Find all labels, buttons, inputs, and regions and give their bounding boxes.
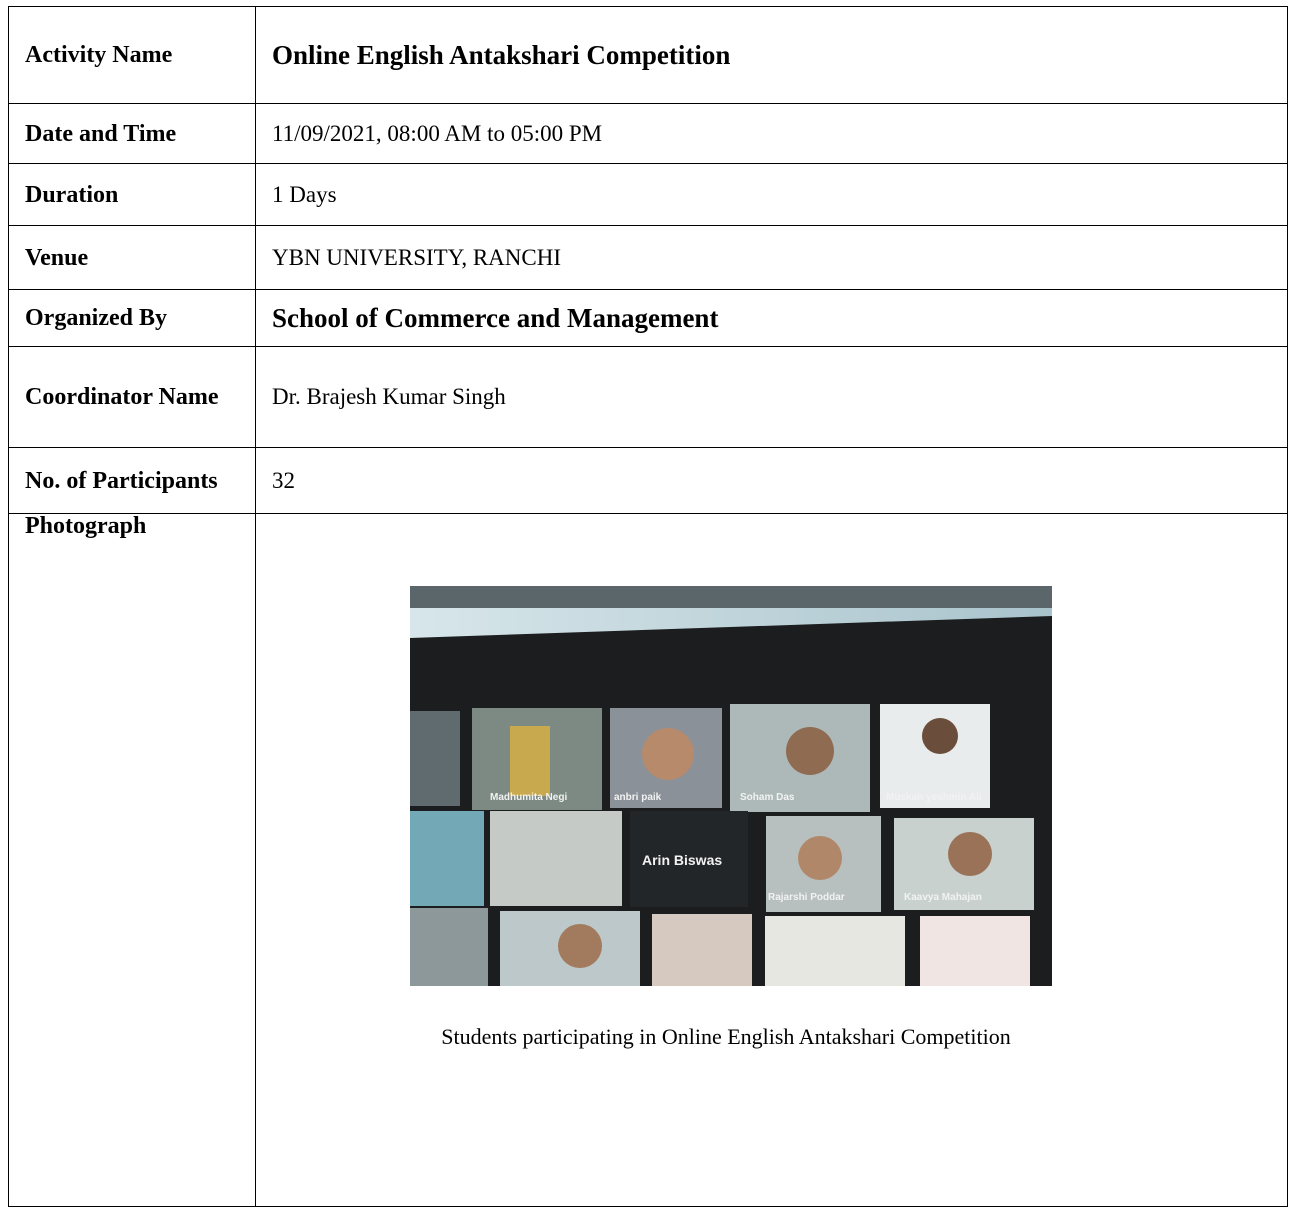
row-venue: Venue YBN UNIVERSITY, RANCHI xyxy=(8,225,1288,290)
label-duration: Duration xyxy=(8,163,256,226)
photograph-cell: Madhumita Negi anbri paik Soham Das Musk… xyxy=(255,513,1288,1207)
value-coordinator: Dr. Brajesh Kumar Singh xyxy=(255,346,1288,448)
participant-name-5: Arin Biswas xyxy=(642,852,723,868)
photograph-image: Madhumita Negi anbri paik Soham Das Musk… xyxy=(410,586,1052,986)
label-date-time: Date and Time xyxy=(8,103,256,164)
value-duration: 1 Days xyxy=(255,163,1288,226)
value-activity-name: Online English Antakshari Competition xyxy=(255,6,1288,104)
label-participants: No. of Participants xyxy=(8,447,256,514)
value-date-time: 11/09/2021, 08:00 AM to 05:00 PM xyxy=(255,103,1288,164)
label-activity-name: Activity Name xyxy=(8,6,256,104)
row-organized-by: Organized By School of Commerce and Mana… xyxy=(8,289,1288,347)
participant-name-7: Kaavya Mahajan xyxy=(904,892,982,903)
participant-name-6: Rajarshi Poddar xyxy=(768,892,845,903)
row-coordinator: Coordinator Name Dr. Brajesh Kumar Singh xyxy=(8,346,1288,448)
value-organized-by: School of Commerce and Management xyxy=(255,289,1288,347)
row-duration: Duration 1 Days xyxy=(8,163,1288,226)
row-activity-name: Activity Name Online English Antakshari … xyxy=(8,6,1288,104)
value-venue: YBN UNIVERSITY, RANCHI xyxy=(255,225,1288,290)
label-venue: Venue xyxy=(8,225,256,290)
label-photograph: Photograph xyxy=(8,513,256,1207)
label-organized-by: Organized By xyxy=(8,289,256,347)
row-participants: No. of Participants 32 xyxy=(8,447,1288,514)
activity-report-table: Activity Name Online English Antakshari … xyxy=(8,6,1288,1207)
value-participants: 32 xyxy=(255,447,1288,514)
participant-name-1: Madhumita Negi xyxy=(490,792,568,803)
row-photograph: Photograph Madhumita Negi anbri paik Soh… xyxy=(8,513,1288,1207)
photograph-caption: Students participating in Online English… xyxy=(441,1024,1011,1049)
participant-name-2: anbri paik xyxy=(614,792,662,803)
label-coordinator: Coordinator Name xyxy=(8,346,256,448)
row-date-time: Date and Time 11/09/2021, 08:00 AM to 05… xyxy=(8,103,1288,164)
